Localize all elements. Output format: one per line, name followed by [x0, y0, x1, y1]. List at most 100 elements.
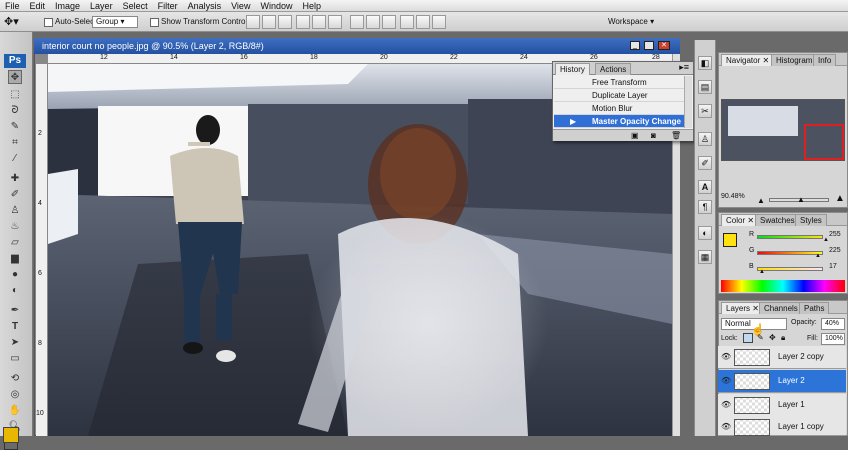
tab-layers[interactable]: Layers ✕: [721, 302, 764, 314]
color-g-value[interactable]: 225: [829, 247, 841, 254]
3d-orbit-tool-icon[interactable]: ◎: [8, 388, 22, 402]
navigator-zoom-value[interactable]: 90.48%: [721, 193, 745, 200]
visibility-eye-icon[interactable]: 👁︎: [721, 400, 731, 410]
eyedropper-tool-icon[interactable]: ⁄: [8, 152, 22, 166]
menu-file[interactable]: File: [0, 0, 25, 12]
panel-menu-icon[interactable]: ▸≡: [679, 62, 689, 73]
blur-tool-icon[interactable]: ●: [8, 268, 22, 282]
history-scrollbar[interactable]: [684, 76, 692, 128]
auto-select-checkbox[interactable]: [44, 18, 53, 27]
maximize-icon[interactable]: [644, 41, 654, 50]
tab-styles[interactable]: Styles: [795, 214, 827, 226]
distribute-top-button[interactable]: [350, 15, 364, 29]
dodge-tool-icon[interactable]: ◐: [8, 284, 22, 298]
foreground-color-box[interactable]: [723, 233, 737, 247]
menu-window[interactable]: Window: [255, 0, 297, 12]
navigator-view-box[interactable]: [804, 124, 844, 160]
align-bottom-button[interactable]: [278, 15, 292, 29]
lock-all-icon[interactable]: 🔒︎: [781, 333, 785, 343]
eraser-tool-icon[interactable]: ▱: [8, 236, 22, 250]
menu-select[interactable]: Select: [118, 0, 153, 12]
align-left-button[interactable]: [296, 15, 310, 29]
tab-info[interactable]: Info: [813, 54, 837, 66]
crop-tool-icon[interactable]: ⌗: [8, 136, 22, 150]
opacity-input[interactable]: 40%: [821, 318, 845, 330]
distribute-hcenter-button[interactable]: [416, 15, 430, 29]
menu-analysis[interactable]: Analysis: [183, 0, 227, 12]
character-icon[interactable]: A: [698, 180, 712, 194]
path-select-tool-icon[interactable]: ➤: [8, 336, 22, 350]
zoom-out-icon[interactable]: ▲: [757, 196, 765, 205]
zoom-slider-thumb[interactable]: ▲: [797, 195, 805, 204]
quick-select-tool-icon[interactable]: ✎: [8, 120, 22, 134]
menu-edit[interactable]: Edit: [25, 0, 51, 12]
brush-tool-icon[interactable]: ✐: [8, 188, 22, 202]
clone-source-icon[interactable]: ♙: [698, 132, 712, 146]
align-hcenter-button[interactable]: [312, 15, 326, 29]
align-vcenter-button[interactable]: [262, 15, 276, 29]
layer-row-selected[interactable]: 👁︎ Layer 2: [718, 370, 846, 393]
panel-icon-1[interactable]: ◧: [698, 56, 712, 70]
tab-navigator[interactable]: Navigator ✕: [721, 54, 775, 66]
layer-row[interactable]: 👁︎ Layer 1 copy: [718, 416, 846, 436]
visibility-eye-icon[interactable]: 👁︎: [721, 422, 731, 432]
lock-position-icon[interactable]: ✥: [769, 333, 776, 342]
3d-rotate-tool-icon[interactable]: ⟲: [8, 372, 22, 386]
tab-history[interactable]: History: [555, 63, 590, 75]
menu-filter[interactable]: Filter: [153, 0, 183, 12]
hand-tool-icon[interactable]: ✋: [8, 404, 22, 418]
lock-pixels-icon[interactable]: ✎: [757, 333, 764, 342]
tab-color[interactable]: Color ✕: [721, 214, 760, 226]
clone-stamp-tool-icon[interactable]: ♙: [8, 204, 22, 218]
type-tool-icon[interactable]: T: [8, 320, 22, 334]
auto-select-dropdown[interactable]: Group ▾: [92, 16, 138, 28]
move-tool-preset-icon[interactable]: ✥▾: [4, 15, 26, 29]
zoom-in-icon[interactable]: ▲: [835, 193, 845, 204]
distribute-vcenter-button[interactable]: [366, 15, 380, 29]
tab-paths[interactable]: Paths: [799, 302, 830, 314]
menu-image[interactable]: Image: [50, 0, 85, 12]
shape-tool-icon[interactable]: ▭: [8, 352, 22, 366]
color-g-thumb-icon[interactable]: ▲: [815, 253, 821, 259]
color-r-slider[interactable]: [757, 235, 823, 239]
color-b-value[interactable]: 17: [829, 263, 837, 270]
document-title-bar[interactable]: interior court no people.jpg @ 90.5% (La…: [34, 38, 680, 54]
tab-swatches[interactable]: Swatches: [755, 214, 800, 226]
healing-brush-tool-icon[interactable]: ✚: [8, 172, 22, 186]
menu-view[interactable]: View: [226, 0, 255, 12]
history-item[interactable]: Motion Blur: [554, 102, 684, 115]
distribute-right-button[interactable]: [432, 15, 446, 29]
tools-preset-icon[interactable]: ✂: [698, 104, 712, 118]
tab-channels[interactable]: Channels: [759, 302, 803, 314]
color-b-slider[interactable]: [757, 267, 823, 271]
distribute-bottom-button[interactable]: [382, 15, 396, 29]
visibility-eye-icon[interactable]: 👁︎: [721, 376, 731, 386]
new-document-from-state-icon[interactable]: ▣: [631, 131, 639, 140]
layer-row[interactable]: 👁︎ Layer 2 copy: [718, 346, 846, 369]
delete-state-icon[interactable]: 🗑︎: [671, 131, 681, 140]
gradient-tool-icon[interactable]: ▆: [8, 252, 22, 266]
color-b-thumb-icon[interactable]: ▲: [759, 269, 765, 275]
navigator-preview[interactable]: [721, 99, 845, 161]
align-top-button[interactable]: [246, 15, 260, 29]
panel-icon-2[interactable]: ▤: [698, 80, 712, 94]
paragraph-icon[interactable]: ¶: [698, 200, 712, 214]
masks-icon[interactable]: ▦: [698, 250, 712, 264]
lasso-tool-icon[interactable]: ᘐ: [8, 104, 22, 118]
close-icon[interactable]: ✕: [658, 41, 670, 50]
color-r-value[interactable]: 255: [829, 231, 841, 238]
color-spectrum-ramp[interactable]: [721, 280, 845, 292]
distribute-left-button[interactable]: [400, 15, 414, 29]
tab-histogram[interactable]: Histogram: [771, 54, 818, 66]
tab-actions[interactable]: Actions: [595, 63, 632, 75]
color-g-slider[interactable]: [757, 251, 823, 255]
history-item[interactable]: Free Transform: [554, 76, 684, 89]
minimize-icon[interactable]: _: [630, 41, 640, 50]
show-transform-checkbox[interactable]: [150, 18, 159, 27]
menu-help[interactable]: Help: [297, 0, 326, 12]
align-right-button[interactable]: [328, 15, 342, 29]
adjustments-icon[interactable]: ◐: [698, 226, 712, 240]
visibility-eye-icon[interactable]: 👁︎: [721, 352, 731, 362]
lock-transparency-icon[interactable]: [743, 333, 753, 343]
new-snapshot-icon[interactable]: ◙: [651, 131, 656, 140]
